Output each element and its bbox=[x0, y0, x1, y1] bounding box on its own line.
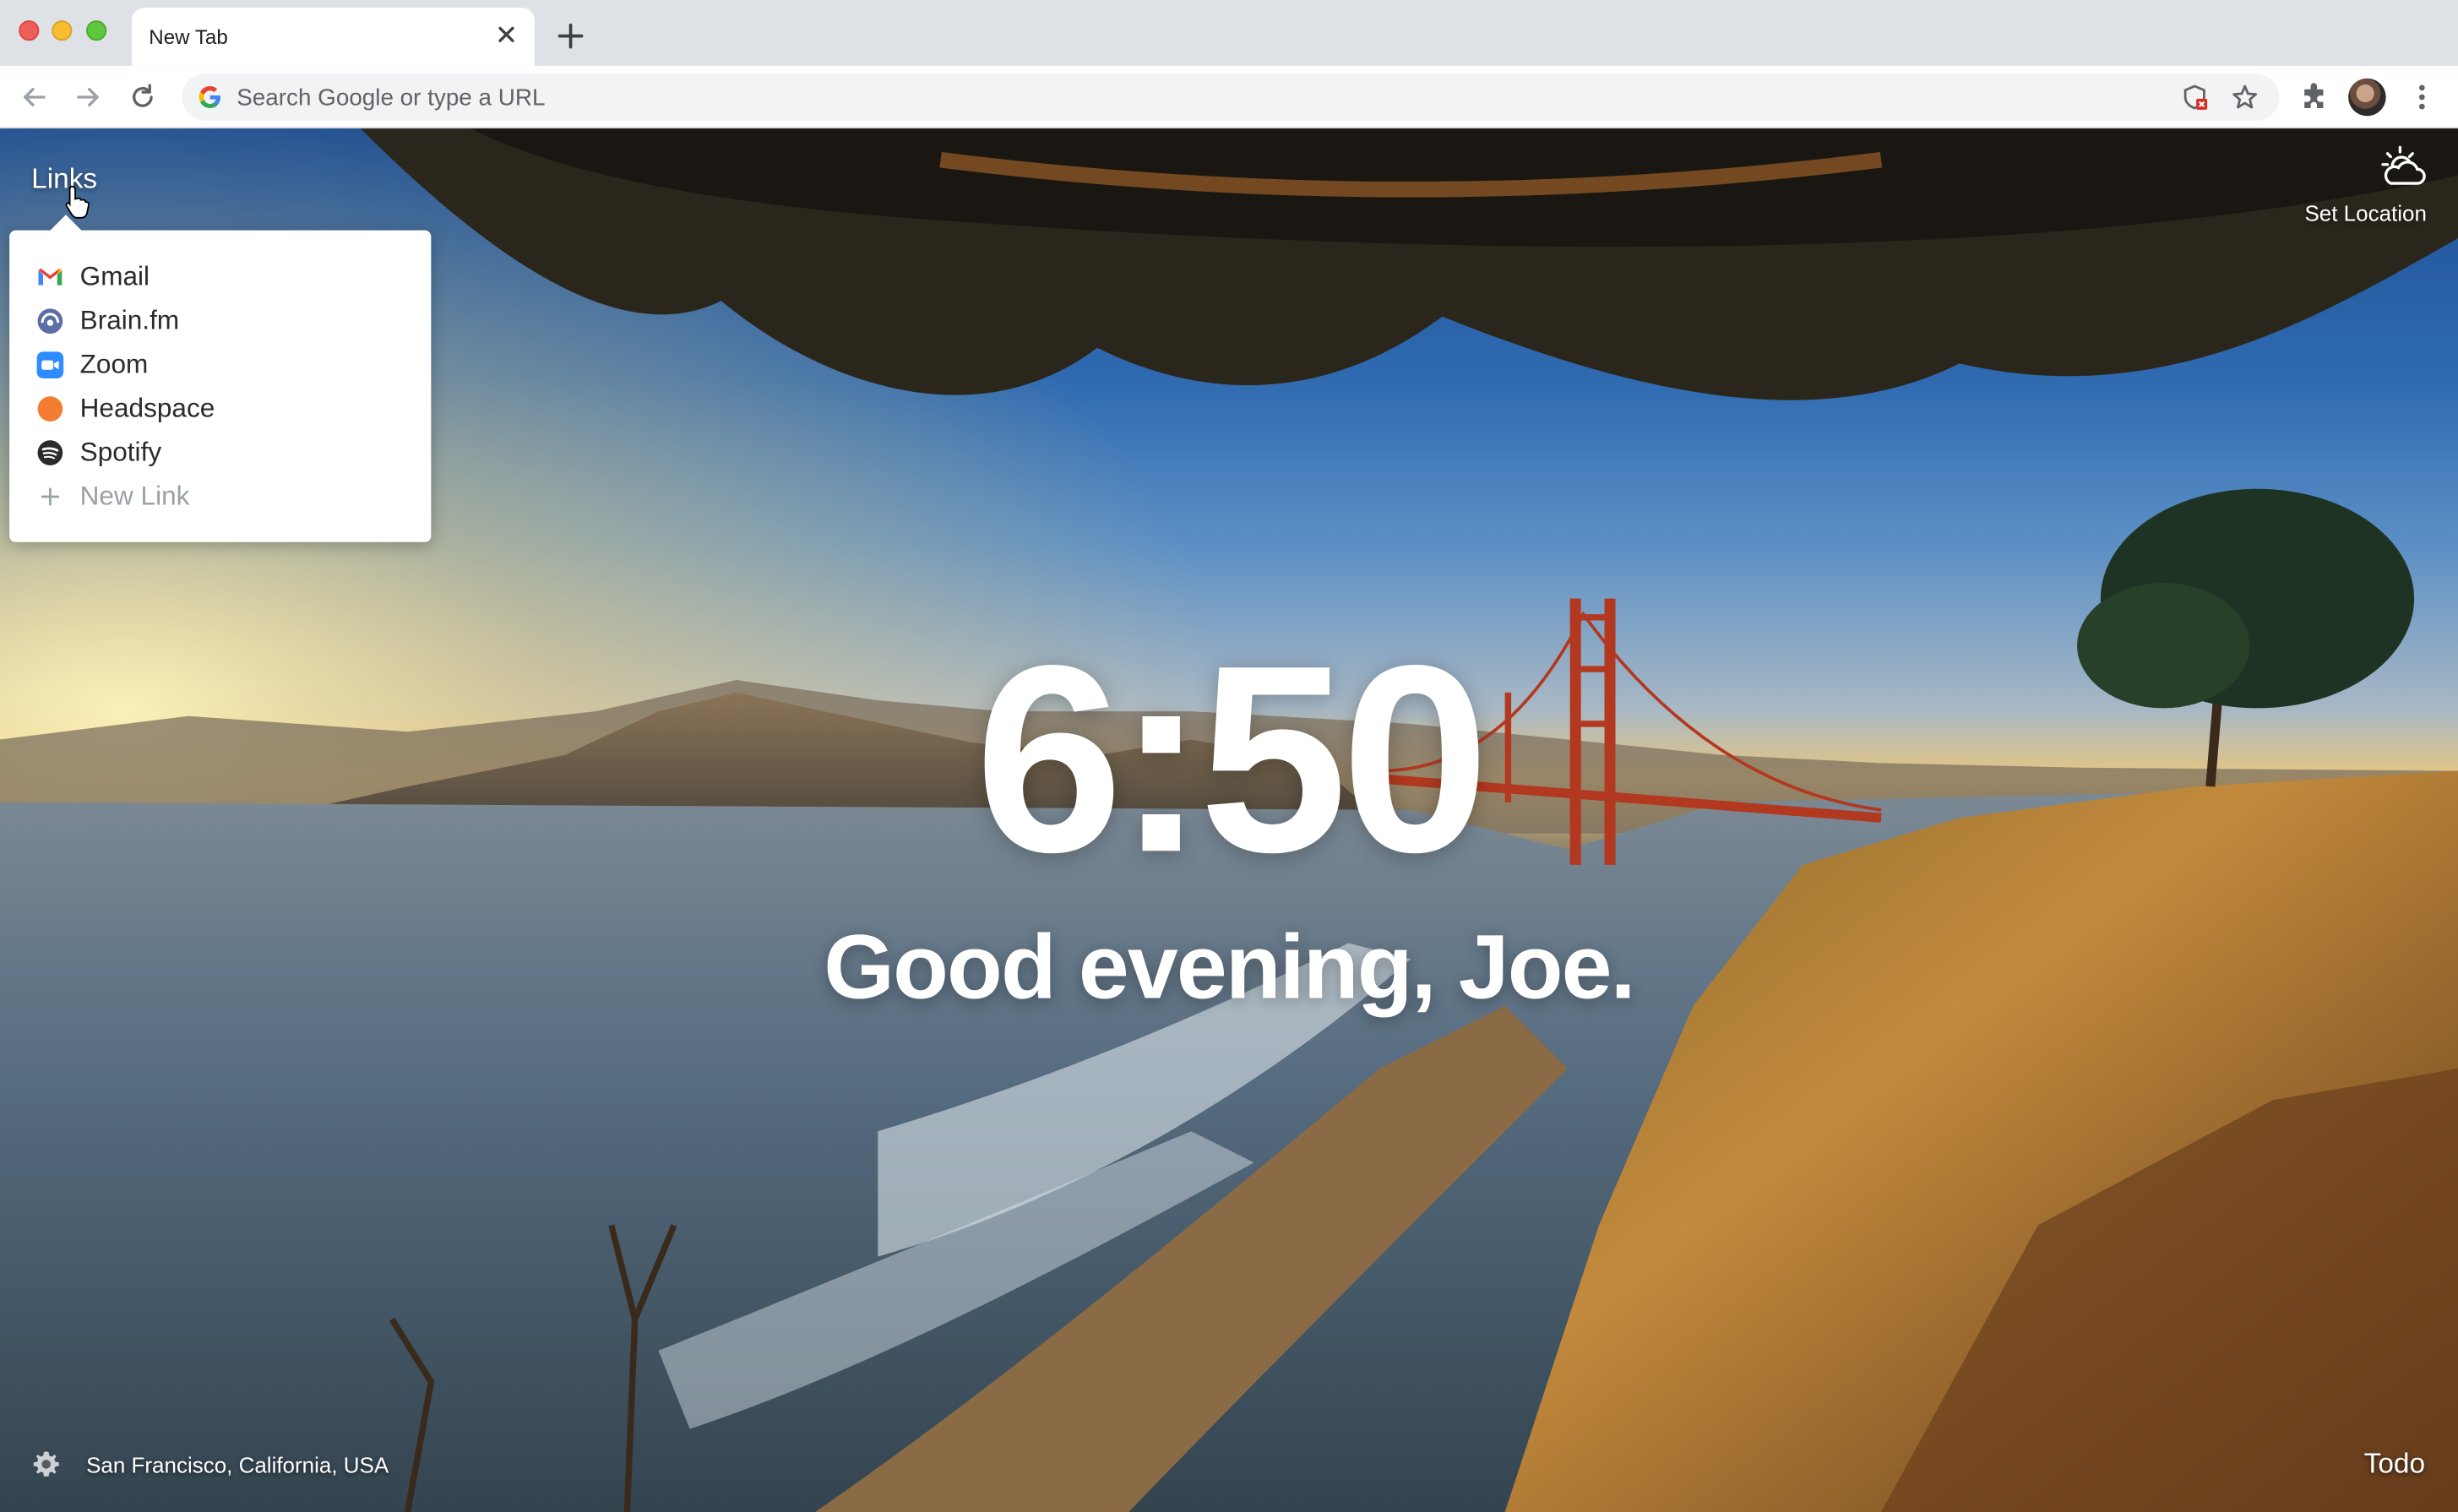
partly-cloudy-icon bbox=[2381, 145, 2426, 185]
window-minimize-button[interactable] bbox=[52, 20, 73, 41]
clock: 6:50 bbox=[975, 611, 1489, 909]
links-panel: Gmail Brain.fm Zoom Headspace Spotify Ne… bbox=[9, 230, 432, 542]
set-location-label: Set Location bbox=[2304, 200, 2427, 226]
pointer-cursor-icon bbox=[65, 185, 90, 219]
back-icon[interactable] bbox=[19, 81, 50, 112]
link-gmail[interactable]: Gmail bbox=[36, 258, 412, 296]
profile-avatar[interactable] bbox=[2348, 78, 2386, 117]
star-icon[interactable] bbox=[2231, 83, 2259, 111]
link-zoom[interactable]: Zoom bbox=[36, 346, 412, 384]
tab-new-tab[interactable]: New Tab bbox=[131, 8, 535, 66]
link-brainfm[interactable]: Brain.fm bbox=[36, 302, 412, 340]
link-headspace[interactable]: Headspace bbox=[36, 390, 412, 428]
tab-title: New Tab bbox=[149, 24, 228, 49]
link-label: Gmail bbox=[79, 261, 150, 292]
link-label: Headspace bbox=[79, 393, 215, 423]
brainfm-icon bbox=[37, 308, 63, 334]
headspace-icon bbox=[37, 396, 63, 422]
gmail-icon bbox=[38, 268, 63, 286]
extensions-icon[interactable] bbox=[2298, 81, 2330, 112]
menu-icon[interactable] bbox=[2406, 81, 2438, 112]
google-icon bbox=[198, 86, 220, 108]
zoom-icon bbox=[36, 351, 64, 378]
omnibox-placeholder: Search Google or type a URL bbox=[237, 84, 546, 111]
forward-icon[interactable] bbox=[72, 81, 103, 112]
link-spotify[interactable]: Spotify bbox=[36, 434, 412, 472]
reload-icon[interactable] bbox=[127, 81, 158, 112]
link-label: Brain.fm bbox=[79, 305, 180, 335]
window-close-button[interactable] bbox=[19, 20, 40, 41]
link-label: Spotify bbox=[79, 437, 162, 467]
todo-button[interactable]: Todo bbox=[2364, 1448, 2425, 1481]
photo-location[interactable]: San Francisco, California, USA bbox=[86, 1452, 389, 1477]
momentum-page: Links Gmail Brain.fm Zoom Headspace Spot… bbox=[0, 128, 2458, 1512]
spotify-icon bbox=[37, 440, 63, 465]
omnibox[interactable]: Search Google or type a URL bbox=[182, 73, 2280, 121]
new-link-button[interactable]: New Link bbox=[36, 478, 412, 516]
blocked-icon[interactable] bbox=[2181, 83, 2209, 111]
window-maximize-button[interactable] bbox=[86, 20, 107, 41]
browser-toolbar: Search Google or type a URL bbox=[0, 65, 2458, 129]
close-icon[interactable] bbox=[494, 22, 519, 47]
link-label: Zoom bbox=[79, 349, 149, 379]
plus-icon bbox=[41, 487, 60, 506]
new-link-label: New Link bbox=[79, 481, 190, 511]
greeting[interactable]: Good evening, Joe. bbox=[0, 915, 2458, 1020]
tab-strip: New Tab bbox=[0, 0, 2458, 66]
gear-icon[interactable] bbox=[31, 1449, 61, 1479]
new-tab-icon[interactable] bbox=[555, 20, 586, 52]
